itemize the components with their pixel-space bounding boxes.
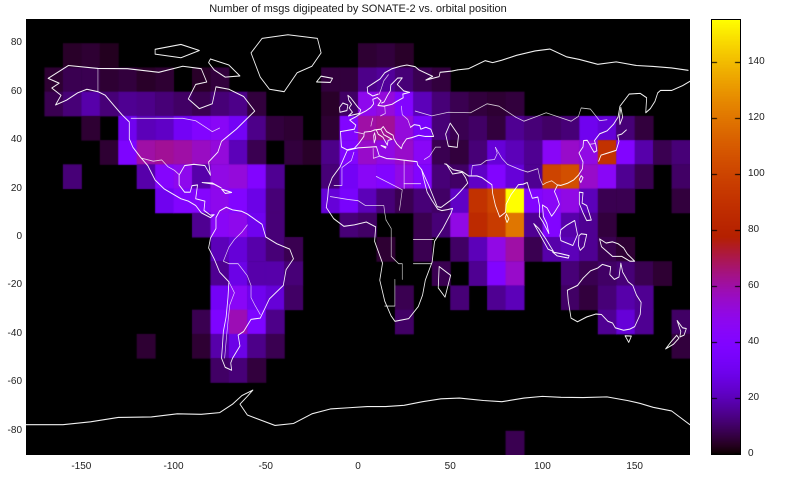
coastline-path (154, 43, 200, 59)
coastline-path (325, 146, 454, 322)
coastline-path (223, 224, 261, 315)
colorbar-tick-label: 40 (748, 336, 760, 347)
colorbar-tick-label: 60 (748, 280, 760, 291)
coastline-path (445, 122, 459, 148)
coastline-path (599, 238, 636, 262)
colorbar-tick-label: 0 (748, 448, 754, 459)
coastline-path (624, 335, 632, 343)
coastline-path (578, 191, 592, 222)
coastline-path (515, 107, 608, 122)
coastline-path (421, 163, 469, 208)
x-tick-label: -150 (71, 461, 92, 472)
coastline-path (537, 168, 558, 186)
coastline-path (401, 105, 411, 128)
y-tick-label: -80 (7, 424, 22, 436)
y-tick-label: 40 (10, 134, 22, 146)
colorbar-tick-label: 20 (748, 392, 760, 403)
colorbar-tick-label: 140 (748, 56, 765, 67)
y-tick-label: -40 (7, 327, 22, 339)
coastline-path (353, 131, 364, 135)
coastline-path (470, 146, 498, 177)
coastline-path (376, 128, 393, 146)
x-tick-label: -100 (163, 461, 184, 472)
y-tick-label: 0 (16, 231, 22, 242)
coastline-path (437, 266, 452, 298)
y-tick-label: 60 (10, 85, 22, 97)
coastline-path (552, 251, 570, 259)
coastline-path (598, 129, 627, 162)
colorbar-tick-label: 80 (748, 224, 760, 235)
coastline-path (385, 219, 403, 280)
coastline-path (423, 146, 441, 160)
coastline-path (221, 188, 233, 194)
coastline-path (339, 102, 349, 113)
coastline-path (446, 80, 690, 235)
coastline-path (577, 233, 588, 251)
coastline-path (384, 278, 396, 307)
colorbar-canvas (712, 20, 740, 454)
colorbar-tick-label: 120 (748, 112, 765, 123)
coastline-path (566, 262, 642, 331)
coastline-path (380, 105, 386, 117)
coastline-path (414, 103, 517, 118)
y-tick-label: 80 (10, 37, 22, 49)
coastline-path (141, 157, 180, 175)
coastline-path (330, 196, 387, 221)
y-tick-label: 20 (10, 182, 22, 194)
colorbar (711, 19, 741, 455)
coastline-path (665, 334, 680, 350)
chart-figure: Number of msgs digipeated by SONATE-2 vs… (0, 0, 800, 480)
chart-title: Number of msgs digipeated by SONATE-2 vs… (209, 3, 507, 15)
coastline-path (316, 75, 333, 84)
x-tick-label: 100 (534, 461, 551, 472)
x-tick-label: 50 (444, 461, 456, 472)
x-tick-label: 0 (355, 461, 361, 472)
coastline-path (504, 213, 510, 224)
coastline-path (676, 320, 687, 338)
coastline-path (495, 146, 539, 173)
coastline-path (533, 223, 554, 253)
coastline-path (26, 389, 690, 426)
world-map-svg (26, 34, 690, 426)
x-tick-label: 150 (626, 461, 643, 472)
coastline-path (208, 58, 241, 78)
coastline-path (347, 94, 362, 117)
coastline-path (619, 106, 624, 125)
coastline-path (224, 281, 235, 359)
coastline-path (559, 219, 578, 247)
colorbar-tick-label: 100 (748, 168, 765, 179)
plot-area (26, 19, 690, 455)
y-tick-label: -60 (7, 376, 22, 388)
coastline-path (201, 181, 222, 189)
coastline-path (373, 132, 377, 144)
x-tick-label: -50 (258, 461, 273, 472)
coastline-path (380, 144, 387, 149)
coastline-path (590, 143, 596, 145)
coastline-path (130, 117, 220, 133)
coastline-path (457, 48, 689, 71)
coastline-path (370, 117, 374, 127)
coastline-path (250, 34, 322, 93)
coastline-path (578, 175, 584, 184)
coastline-path (366, 64, 459, 97)
y-tick-label: -20 (7, 279, 22, 291)
coastline-path (47, 64, 256, 219)
